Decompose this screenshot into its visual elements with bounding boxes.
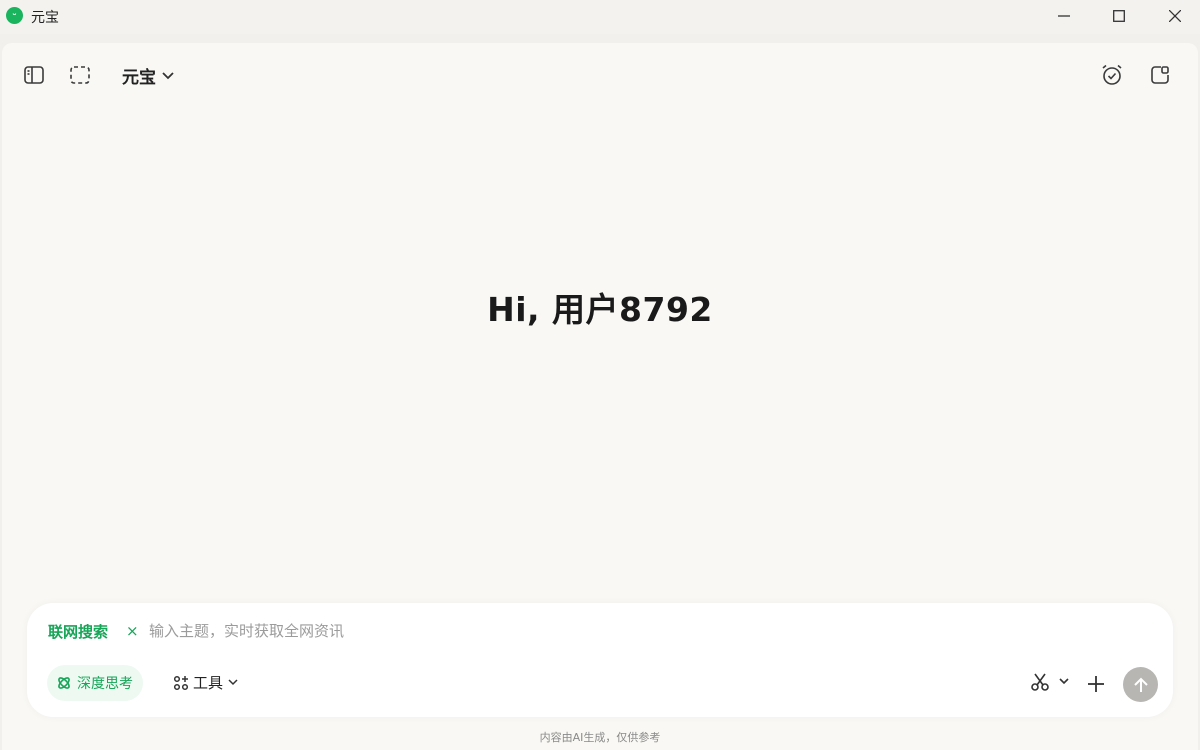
select-area-icon <box>70 66 90 84</box>
add-attachment-button[interactable] <box>1085 673 1107 695</box>
tools-dropdown[interactable]: 工具 <box>173 672 239 693</box>
main-panel: 元宝 Hi, 用户8792 联网搜索 × 深度思考 <box>2 43 1198 750</box>
close-button[interactable] <box>1152 0 1198 32</box>
chat-input-card: 联网搜索 × 深度思考 工具 <box>27 603 1173 717</box>
web-search-chip[interactable]: 联网搜索 <box>48 621 108 642</box>
app-logo-icon: ᵕ <box>6 7 23 24</box>
web-search-chip-close[interactable]: × <box>126 622 139 640</box>
deep-think-toggle[interactable]: 深度思考 <box>47 665 143 701</box>
minimize-icon <box>1058 15 1070 17</box>
deep-think-label: 深度思考 <box>77 676 133 692</box>
tools-label: 工具 <box>193 674 224 692</box>
sidebar-toggle-button[interactable] <box>18 59 50 91</box>
alarm-check-icon <box>1102 64 1122 85</box>
model-switcher[interactable]: 元宝 <box>122 63 174 88</box>
chevron-down-icon <box>1059 678 1069 685</box>
screenshot-button[interactable] <box>1030 672 1070 692</box>
sidebar-toggle-icon <box>24 66 44 84</box>
atom-icon <box>58 677 70 689</box>
window-title: 元宝 <box>31 10 59 26</box>
maximize-icon <box>1113 10 1125 22</box>
prompt-input[interactable] <box>147 617 851 645</box>
schedule-button[interactable] <box>1096 59 1128 91</box>
new-chat-icon <box>1151 66 1169 84</box>
minimize-button[interactable] <box>1041 0 1087 32</box>
greeting-heading: Hi, 用户8792 <box>487 290 713 329</box>
select-area-button[interactable] <box>64 59 96 91</box>
apps-icon <box>173 675 189 690</box>
ai-disclaimer: 内容由AI生成，仅供参考 <box>539 731 661 744</box>
new-chat-button[interactable] <box>1144 59 1176 91</box>
model-name: 元宝 <box>122 68 156 88</box>
close-icon <box>1169 10 1181 22</box>
plus-icon <box>1088 676 1104 692</box>
chevron-down-icon <box>228 678 238 685</box>
maximize-button[interactable] <box>1096 0 1142 32</box>
send-button[interactable] <box>1123 667 1158 702</box>
title-bar: ᵕ 元宝 <box>0 0 1200 34</box>
arrow-up-icon <box>1133 677 1148 692</box>
chevron-down-icon <box>162 71 174 79</box>
scissors-icon <box>1031 673 1049 691</box>
